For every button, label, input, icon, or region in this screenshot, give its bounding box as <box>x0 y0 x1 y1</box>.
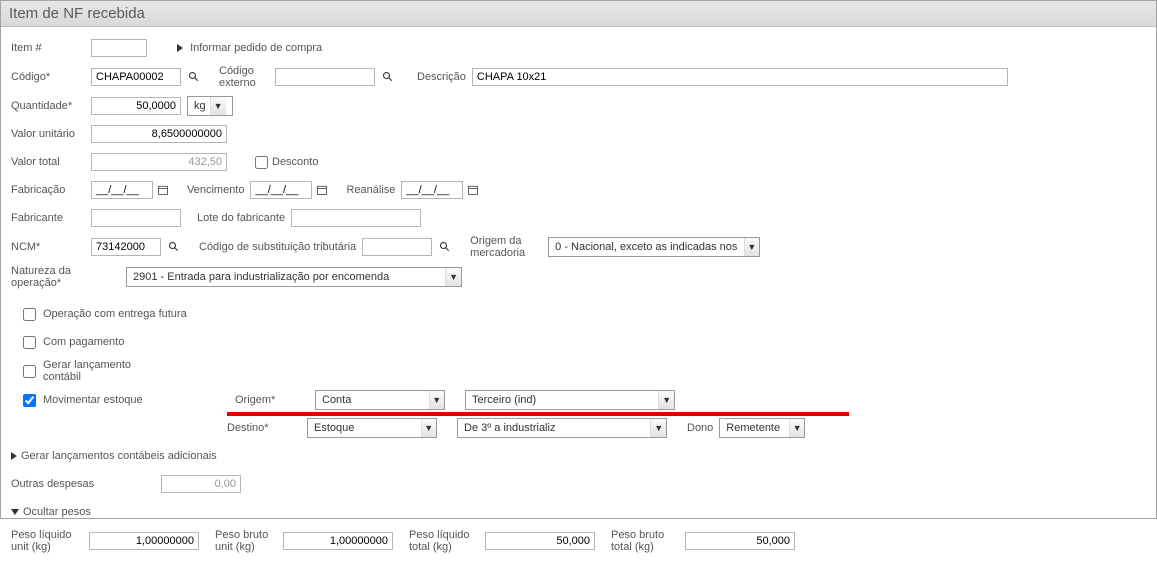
origem-select-2[interactable]: Terceiro (ind) ▼ <box>465 390 675 410</box>
descricao-input[interactable] <box>472 68 1008 86</box>
label-origem: Origem* <box>235 394 315 406</box>
ocultar-pesos-link[interactable]: Ocultar pesos <box>11 501 1146 523</box>
destino-select-2[interactable]: De 3º a industrializ ▼ <box>457 418 667 438</box>
label-ocultar-pesos: Ocultar pesos <box>23 506 91 518</box>
valor-total-input <box>91 153 227 171</box>
label-desconto: Desconto <box>272 156 318 168</box>
cod-subst-trib-input[interactable] <box>362 238 432 256</box>
com-pagamento-checkbox[interactable] <box>23 336 36 349</box>
peso-bruto-unit-input[interactable] <box>283 532 393 550</box>
label-entrega-futura: Operação com entrega futura <box>43 308 187 320</box>
fabricacao-input[interactable] <box>91 181 153 199</box>
label-peso-bruto-unit: Peso bruto unit (kg) <box>215 529 277 553</box>
label-peso-liq-unit: Peso líquido unit (kg) <box>11 529 89 553</box>
reanalise-input[interactable] <box>401 181 463 199</box>
ncm-input[interactable] <box>91 238 161 256</box>
unidade-value: kg <box>194 100 206 112</box>
search-codigo-externo-icon[interactable] <box>379 68 397 86</box>
highlight-line <box>227 412 849 416</box>
fabricante-input[interactable] <box>91 209 181 227</box>
item-input[interactable] <box>91 39 147 57</box>
gerar-lanc-adic-link[interactable]: Gerar lançamentos contábeis adicionais <box>11 445 1146 467</box>
natureza-operacao-select[interactable]: 2901 - Entrada para industrialização por… <box>126 267 462 287</box>
label-valor-total: Valor total <box>11 156 91 168</box>
origem1-value: Conta <box>322 394 425 406</box>
label-descricao: Descrição <box>417 71 466 83</box>
label-fabricante: Fabricante <box>11 212 91 224</box>
dono-select[interactable]: Remetente ▼ <box>719 418 805 438</box>
label-quantidade: Quantidade* <box>11 100 91 112</box>
chevron-down-icon: ▼ <box>445 268 461 286</box>
label-cod-subst-trib: Código de substituição tributária <box>199 241 356 253</box>
label-lote-fabricante: Lote do fabricante <box>197 212 285 224</box>
chevron-down-icon <box>11 509 19 515</box>
unidade-select[interactable]: kg ▼ <box>187 96 233 116</box>
label-gerar-lanc-adic: Gerar lançamentos contábeis adicionais <box>21 450 217 462</box>
label-codigo-externo: Código externo <box>219 65 269 89</box>
codigo-input[interactable] <box>91 68 181 86</box>
label-dono: Dono <box>687 422 713 434</box>
label-com-pagamento: Com pagamento <box>43 336 124 348</box>
quantidade-input[interactable] <box>91 97 181 115</box>
chevron-down-icon: ▼ <box>658 391 674 409</box>
dialog: Item de NF recebida Item # Informar pedi… <box>0 0 1157 519</box>
origem-select-1[interactable]: Conta ▼ <box>315 390 445 410</box>
destino-select-1[interactable]: Estoque ▼ <box>307 418 437 438</box>
chevron-down-icon: ▼ <box>210 97 226 115</box>
chevron-down-icon: ▼ <box>421 419 437 437</box>
chevron-down-icon: ▼ <box>650 419 666 437</box>
label-valor-unitario: Valor unitário <box>11 128 91 140</box>
label-gerar-lancamento: Gerar lançamento contábil <box>43 359 143 383</box>
peso-liq-total-input[interactable] <box>485 532 595 550</box>
label-vencimento: Vencimento <box>187 184 244 196</box>
label-natureza-operacao: Natureza da operação* <box>11 265 91 289</box>
origem2-value: Terceiro (ind) <box>472 394 654 406</box>
label-ncm: NCM* <box>11 241 91 253</box>
label-codigo: Código* <box>11 71 91 83</box>
origem-mercadoria-select[interactable]: 0 - Nacional, exceto as indicadas nos ▼ <box>548 237 760 257</box>
gerar-lancamento-checkbox[interactable] <box>23 365 36 378</box>
destino2-value: De 3º a industrializ <box>464 422 646 434</box>
calendar-vencimento-icon[interactable] <box>314 182 330 198</box>
entrega-futura-checkbox[interactable] <box>23 308 36 321</box>
label-origem-mercadoria: Origem da mercadoria <box>470 235 542 259</box>
label-destino: Destino* <box>227 422 307 434</box>
label-fabricacao: Fabricação <box>11 184 91 196</box>
label-peso-bruto-total: Peso bruto total (kg) <box>611 529 679 553</box>
calendar-reanalise-icon[interactable] <box>465 182 481 198</box>
outras-despesas-input <box>161 475 241 493</box>
lote-fabricante-input[interactable] <box>291 209 421 227</box>
label-peso-liq-total: Peso líquido total (kg) <box>409 529 479 553</box>
destino1-value: Estoque <box>314 422 417 434</box>
dialog-body: Item # Informar pedido de compra Código*… <box>1 27 1156 569</box>
label-movimentar-estoque: Movimentar estoque <box>43 394 235 406</box>
calendar-fabricacao-icon[interactable] <box>155 182 171 198</box>
chevron-down-icon: ▼ <box>789 419 804 437</box>
peso-bruto-total-input[interactable] <box>685 532 795 550</box>
search-ncm-icon[interactable] <box>165 238 183 256</box>
search-codigo-icon[interactable] <box>185 68 203 86</box>
informar-pedido-label: Informar pedido de compra <box>190 42 322 54</box>
chevron-down-icon: ▼ <box>744 238 760 256</box>
search-cod-subst-icon[interactable] <box>436 238 454 256</box>
peso-liq-unit-input[interactable] <box>89 532 199 550</box>
label-outras-despesas: Outras despesas <box>11 478 161 490</box>
label-reanalise: Reanálise <box>346 184 395 196</box>
dialog-title: Item de NF recebida <box>1 1 1156 27</box>
natureza-operacao-value: 2901 - Entrada para industrialização por… <box>133 271 441 283</box>
chevron-right-icon <box>177 44 183 52</box>
chevron-down-icon: ▼ <box>429 391 445 409</box>
codigo-externo-input[interactable] <box>275 68 375 86</box>
desconto-checkbox[interactable] <box>255 156 268 169</box>
origem-mercadoria-value: 0 - Nacional, exceto as indicadas nos <box>555 241 739 253</box>
movimentar-estoque-checkbox[interactable] <box>23 394 36 407</box>
informar-pedido-link[interactable]: Informar pedido de compra <box>177 42 322 54</box>
dono-value: Remetente <box>726 422 785 434</box>
chevron-right-icon <box>11 452 17 460</box>
valor-unitario-input[interactable] <box>91 125 227 143</box>
label-item: Item # <box>11 42 91 54</box>
vencimento-input[interactable] <box>250 181 312 199</box>
